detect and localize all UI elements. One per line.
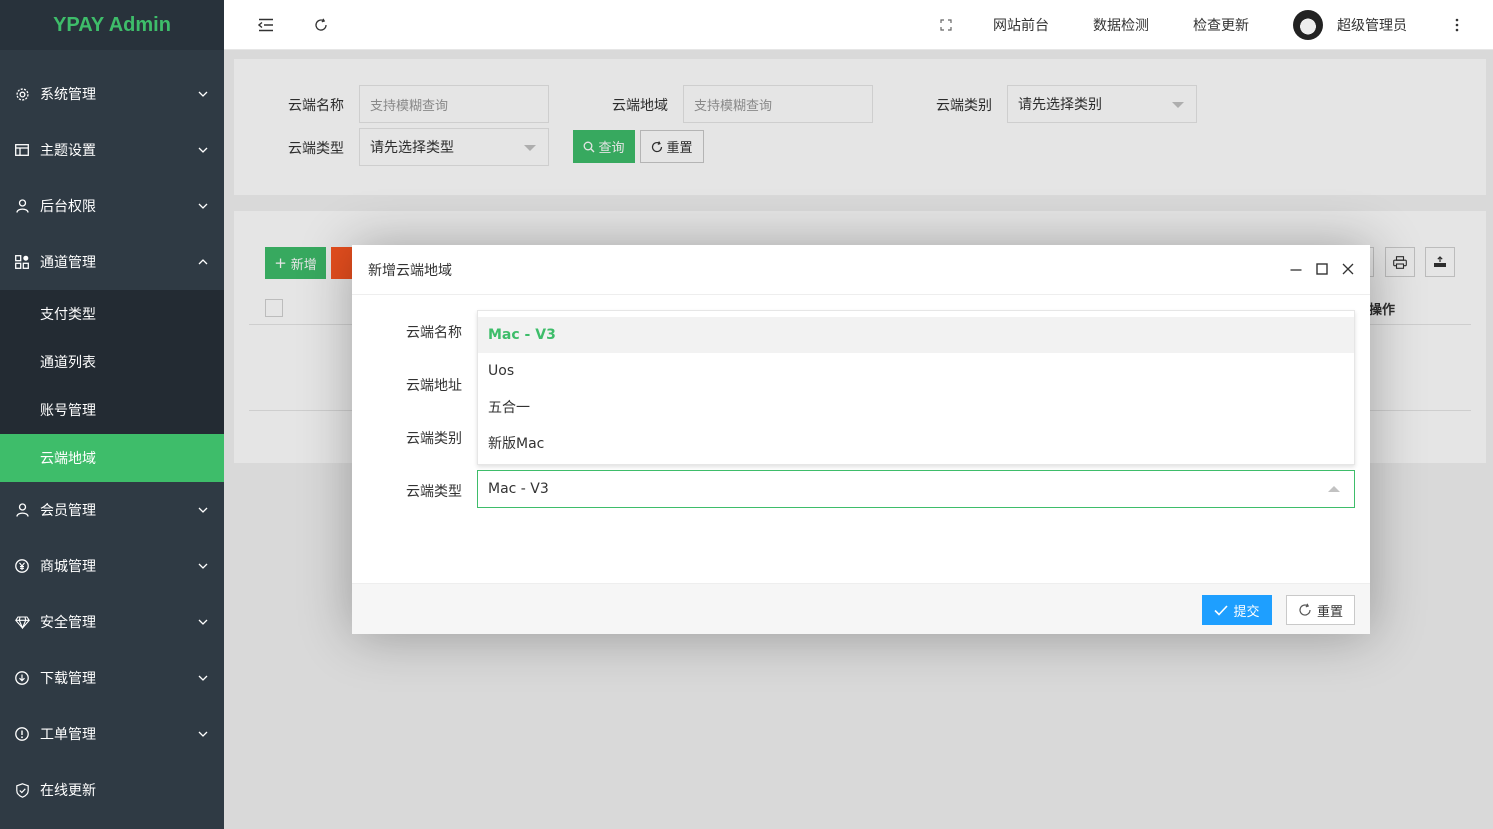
sidebar-item-label: 通道管理 [40,255,96,271]
sidebar-item-system[interactable]: 系统管理 [0,66,224,122]
sidebar-subitem-payment-types[interactable]: 支付类型 [0,290,224,338]
caret-up-icon [1328,486,1340,492]
sidebar-item-label: 主题设置 [40,143,96,159]
chevron-down-icon [198,561,208,571]
avatar [1293,10,1323,40]
sidebar-subitem-channel-list[interactable]: 通道列表 [0,338,224,386]
type-option-uos[interactable]: Uos [478,353,1354,389]
sidebar-item-label: 在线更新 [40,783,96,799]
sidebar-item-security[interactable]: 安全管理 [0,594,224,650]
type-option-five-in-one[interactable]: 五合一 [478,389,1354,425]
type-select-value: Mac - V3 [488,481,549,497]
sidebar-item-online-update[interactable]: 在线更新 [0,762,224,818]
more-vertical-icon[interactable] [1455,0,1459,50]
sidebar-item-downloads[interactable]: 下载管理 [0,650,224,706]
download-icon [14,670,30,686]
yen-icon [14,558,30,574]
site-front-link[interactable]: 网站前台 [993,0,1049,50]
type-select[interactable]: Mac - V3 [477,470,1355,508]
sidebar-item-label: 后台权限 [40,199,96,215]
top-header: 网站前台 数据检测 检查更新 超级管理员 [224,0,1493,50]
shield-check-icon [14,782,30,798]
chevron-down-icon [198,201,208,211]
maximize-icon[interactable] [1314,261,1330,277]
chevron-up-icon [198,257,208,267]
dialog-reset-button[interactable]: 重置 [1286,595,1355,625]
field-label-category: 云端类别 [406,431,462,447]
add-cloud-region-dialog: 新增云端地域 云端名称 云端地址 云端类别 云端类型 Mac - V3 Uos … [352,245,1370,634]
chevron-down-icon [198,505,208,515]
dialog-controls [1288,261,1356,277]
user-icon [14,502,30,518]
dialog-footer: 提交 重置 [352,583,1370,634]
submit-button[interactable]: 提交 [1202,595,1272,625]
submit-button-label: 提交 [1233,604,1260,620]
apps-icon [14,254,30,270]
user-name: 超级管理员 [1337,18,1407,34]
close-icon[interactable] [1340,261,1356,277]
sidebar-item-tickets[interactable]: 工单管理 [0,706,224,762]
check-update-link[interactable]: 检查更新 [1193,0,1249,50]
window-icon [14,142,30,158]
app-logo: YPAY Admin [0,0,224,50]
sidebar: YPAY Admin 系统管理 主题设置 后台权限 通道管理 支付类型 通道列表… [0,0,224,829]
sidebar-item-label: 下载管理 [40,671,96,687]
type-dropdown-list: Mac - V3 Uos 五合一 新版Mac [477,310,1355,465]
chevron-down-icon [198,617,208,627]
data-check-link[interactable]: 数据检测 [1093,0,1149,50]
sidebar-item-channel-management[interactable]: 通道管理 [0,234,224,290]
sidebar-subitem-account-management[interactable]: 账号管理 [0,386,224,434]
menu-collapse-icon[interactable] [258,0,274,50]
user-menu[interactable]: 超级管理员 [1293,0,1407,50]
chevron-down-icon [198,729,208,739]
type-option-new-mac[interactable]: 新版Mac [478,425,1354,461]
sidebar-item-label: 商城管理 [40,559,96,575]
sidebar-item-members[interactable]: 会员管理 [0,482,224,538]
sidebar-item-label: 系统管理 [40,87,96,103]
sidebar-item-label: 安全管理 [40,615,96,631]
sidebar-item-mall[interactable]: 商城管理 [0,538,224,594]
dialog-reset-label: 重置 [1316,604,1343,620]
sidebar-item-label: 工单管理 [40,727,96,743]
refresh-icon [1298,603,1312,617]
sidebar-submenu: 支付类型 通道列表 账号管理 云端地域 [0,290,224,482]
fullscreen-icon[interactable] [940,0,952,50]
chevron-down-icon [198,145,208,155]
minimize-icon[interactable] [1288,261,1304,277]
sidebar-item-admin-permissions[interactable]: 后台权限 [0,178,224,234]
gear-icon [14,86,30,102]
sidebar-item-theme[interactable]: 主题设置 [0,122,224,178]
diamond-icon [14,614,30,630]
field-label-name: 云端名称 [406,325,462,341]
chevron-down-icon [198,89,208,99]
field-label-type: 云端类型 [406,484,462,500]
type-option-mac-v3[interactable]: Mac - V3 [478,317,1354,353]
sidebar-item-label: 会员管理 [40,503,96,519]
check-icon [1214,604,1229,616]
dialog-title: 新增云端地域 [352,245,1370,295]
user-icon [14,198,30,214]
chevron-down-icon [198,673,208,683]
sidebar-subitem-cloud-region[interactable]: 云端地域 [0,434,224,482]
field-label-address: 云端地址 [406,378,462,394]
info-icon [14,726,30,742]
refresh-icon[interactable] [314,0,328,50]
